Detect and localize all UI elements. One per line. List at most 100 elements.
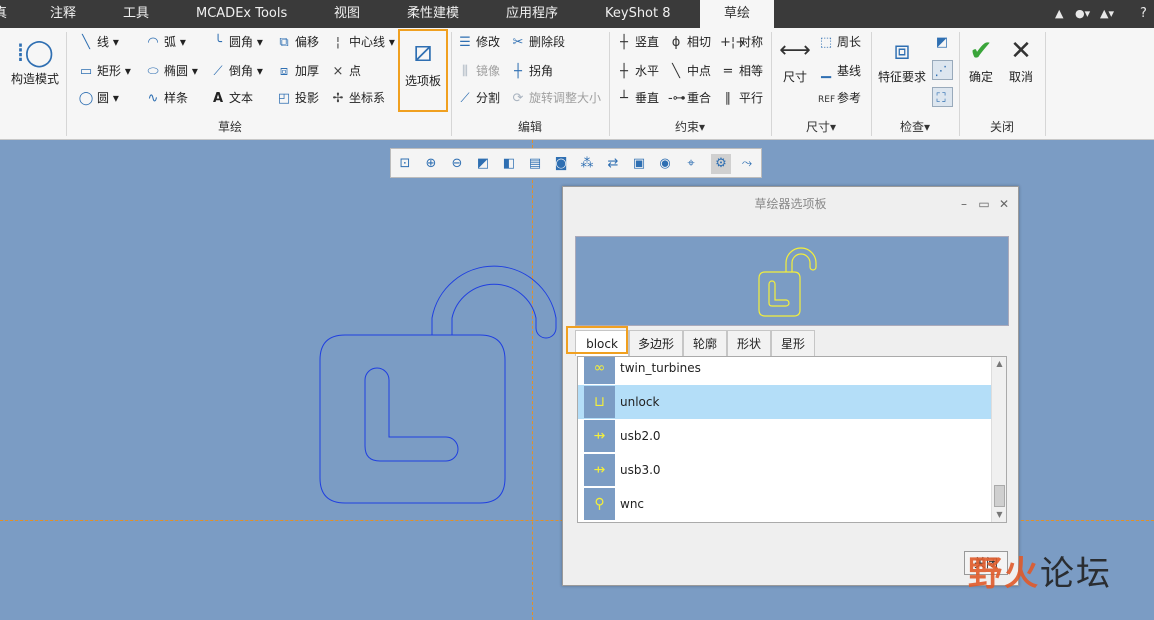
cancel-button[interactable]: ✕ 取消 xyxy=(1004,34,1038,85)
symmetric-constraint-button[interactable]: +¦+对称 xyxy=(720,32,763,52)
horizontal-icon: ┼ xyxy=(620,64,628,79)
sketch-group-label: 草绘 xyxy=(217,120,242,134)
list-item[interactable]: ⇸ usb2.0 xyxy=(578,419,991,453)
tab-annotate[interactable]: 注释 xyxy=(50,0,76,28)
constraint-group-label[interactable]: 约束▾ xyxy=(610,119,770,135)
coincident-icon: -⊶ xyxy=(668,91,686,106)
orient-icon[interactable]: ⌖ xyxy=(681,154,701,174)
ellipse-icon: ⬭ xyxy=(147,64,159,79)
text-button[interactable]: A 文本 xyxy=(210,88,253,108)
point-button[interactable]: × 点 xyxy=(330,61,361,81)
sketch-view-icon[interactable]: ⤳ xyxy=(737,154,757,174)
view-manager-icon[interactable]: ◙ xyxy=(551,154,571,174)
datum-display-icon[interactable]: ⇄ xyxy=(603,154,623,174)
tab-mcadex-tools[interactable]: MCADEx Tools xyxy=(196,0,287,28)
spline-button[interactable]: ∿ 样条 xyxy=(145,88,188,108)
parallel-constraint-button[interactable]: ∥ 平行 xyxy=(720,88,763,108)
zoom-in-icon[interactable]: ⊕ xyxy=(421,154,441,174)
list-item[interactable]: ∞ twin_turbines xyxy=(578,357,991,385)
repaint-icon[interactable]: ◩ xyxy=(473,154,493,174)
usb-icon: ⇸ xyxy=(584,420,615,452)
refit-icon[interactable]: ⊡ xyxy=(395,154,415,174)
baseline-button[interactable]: ▁ 基线 xyxy=(818,61,861,81)
reference-button[interactable]: REF 参考 xyxy=(818,88,861,108)
corner-icon: ┼ xyxy=(514,64,522,79)
line-button[interactable]: ╲ 线 ▾ xyxy=(78,32,119,52)
midpoint-constraint-button[interactable]: ╲ 中点 xyxy=(668,61,711,81)
arc-button[interactable]: ◠ 弧 ▾ xyxy=(145,32,186,52)
ok-button[interactable]: ✔ 确定 xyxy=(964,34,998,85)
modify-button[interactable]: ☰ 修改 xyxy=(457,32,500,52)
feature-requirements-button[interactable]: ⧈ 特征要求 xyxy=(876,34,928,85)
sketcher-display-icon[interactable]: ⚙ xyxy=(711,154,731,174)
chevron-up-icon[interactable]: ▲ xyxy=(1055,0,1063,28)
graphics-toolbar: ⊡ ⊕ ⊖ ◩ ◧ ▤ ◙ ⁂ ⇄ ▣ ◉ ⌖ ⚙ ⤳ xyxy=(390,148,762,178)
tab-flexible-modeling[interactable]: 柔性建模 xyxy=(407,0,459,28)
horizontal-constraint-button[interactable]: ┼ 水平 xyxy=(616,61,659,81)
perpendicular-constraint-button[interactable]: ┴ 垂直 xyxy=(616,88,659,108)
tangent-constraint-button[interactable]: ϕ 相切 xyxy=(668,32,711,52)
tab-keyshot[interactable]: KeyShot 8 xyxy=(605,0,671,28)
user-icon[interactable]: ●▾ xyxy=(1075,0,1090,28)
shade-closed-loops-button[interactable]: ⛶ xyxy=(932,87,953,107)
overlap-icon: ◩ xyxy=(935,35,949,50)
coordinate-system-button[interactable]: ✢ 坐标系 xyxy=(330,88,385,108)
rotate-resize-button[interactable]: ⟳ 旋转调整大小 xyxy=(510,88,601,108)
tab-view[interactable]: 视图 xyxy=(334,0,360,28)
rectangle-button[interactable]: ▭ 矩形 ▾ xyxy=(78,61,131,81)
help-icon[interactable]: ? xyxy=(1140,0,1147,28)
perspective-icon[interactable]: ⁂ xyxy=(577,154,597,174)
list-scrollbar[interactable]: ▲ ▼ xyxy=(991,357,1006,522)
project-button[interactable]: ◰ 投影 xyxy=(276,88,319,108)
maximize-icon[interactable]: ▭ xyxy=(977,197,991,211)
spin-center-icon[interactable]: ▣ xyxy=(629,154,649,174)
construction-mode-button[interactable]: ⁞◯ 构造模式 xyxy=(8,36,62,87)
coincident-constraint-button[interactable]: -⊶重合 xyxy=(668,88,711,108)
delete-segment-button[interactable]: ✂ 删除段 xyxy=(510,32,565,52)
perimeter-button[interactable]: ⬚ 周长 xyxy=(818,32,861,52)
twin-turbines-icon: ∞ xyxy=(584,357,615,384)
vertical-constraint-button[interactable]: ┼ 竖直 xyxy=(616,32,659,52)
zoom-out-icon[interactable]: ⊖ xyxy=(447,154,467,174)
tab-profile[interactable]: 轮廓 xyxy=(683,330,727,356)
corner-button[interactable]: ┼ 拐角 xyxy=(510,61,553,81)
offset-button[interactable]: ⧉ 偏移 xyxy=(276,32,319,52)
minimize-icon[interactable]: – xyxy=(957,197,971,211)
chamfer-button[interactable]: ⟋ 倒角 ▾ xyxy=(210,61,262,81)
scroll-up-icon[interactable]: ▲ xyxy=(992,357,1006,371)
tab-tools[interactable]: 工具 xyxy=(123,0,149,28)
perimeter-icon: ⬚ xyxy=(819,35,833,50)
list-item[interactable]: ⊔ unlock xyxy=(578,385,991,419)
tab-sketch[interactable]: 草绘 xyxy=(700,0,774,28)
dimension-group-label[interactable]: 尺寸▾ xyxy=(772,119,870,135)
close-icon[interactable]: ✕ xyxy=(997,197,1011,211)
annotation-display-icon[interactable]: ◉ xyxy=(655,154,675,174)
spline-icon: ∿ xyxy=(147,91,159,106)
tab-shape[interactable]: 形状 xyxy=(727,330,771,356)
list-item[interactable]: ⇸ usb3.0 xyxy=(578,453,991,487)
arc-icon: ◠ xyxy=(147,35,159,50)
list-item[interactable]: ⚲ wnc xyxy=(578,487,991,521)
overlap-check-button[interactable]: ◩ xyxy=(934,32,953,52)
tab-polygon[interactable]: 多边形 xyxy=(629,330,683,356)
thicken-button[interactable]: ⧈ 加厚 xyxy=(276,61,319,81)
hat-icon[interactable]: ▲▾ xyxy=(1100,0,1114,28)
ellipse-button[interactable]: ⬭ 椭圆 ▾ xyxy=(145,61,197,81)
dimension-button[interactable]: ⟷ 尺寸 xyxy=(776,34,814,85)
highlight-open-ends-button[interactable]: ⋰ xyxy=(932,60,953,80)
tab-model[interactable]: 真 xyxy=(0,0,8,28)
tab-applications[interactable]: 应用程序 xyxy=(506,0,558,28)
equal-constraint-button[interactable]: = 相等 xyxy=(720,61,763,81)
scroll-down-icon[interactable]: ▼ xyxy=(992,508,1006,522)
divide-button[interactable]: ⟋ 分割 xyxy=(457,88,500,108)
centerline-button[interactable]: ¦ 中心线 ▾ xyxy=(330,32,395,52)
circle-button[interactable]: ◯ 圆 ▾ xyxy=(78,88,119,108)
saved-views-icon[interactable]: ▤ xyxy=(525,154,545,174)
inspect-group-label[interactable]: 检查▾ xyxy=(872,119,958,135)
scroll-thumb[interactable] xyxy=(994,485,1005,507)
palette-highlight xyxy=(398,29,448,112)
tab-star[interactable]: 星形 xyxy=(771,330,815,356)
display-style-icon[interactable]: ◧ xyxy=(499,154,519,174)
fillet-button[interactable]: ╰ 圆角 ▾ xyxy=(210,32,263,52)
mirror-button[interactable]: ⫼ 镜像 xyxy=(457,61,500,81)
